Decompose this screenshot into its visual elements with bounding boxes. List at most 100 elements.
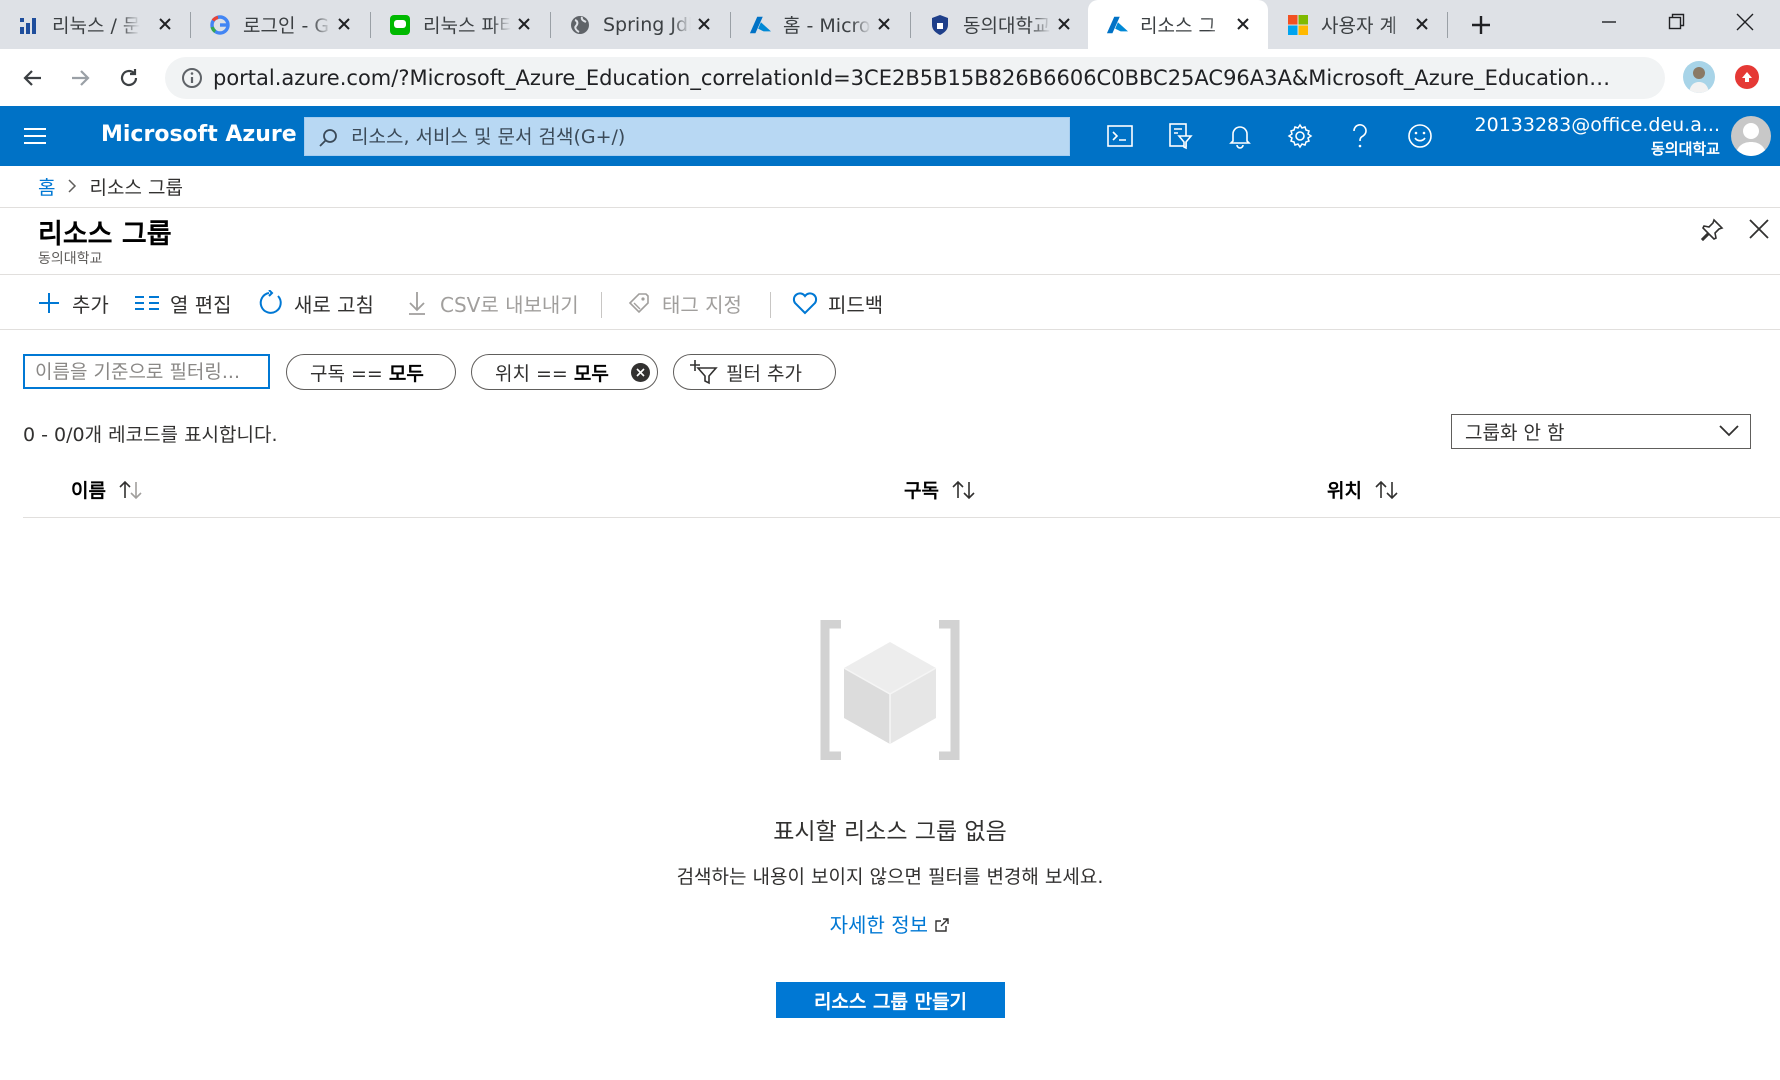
close-icon[interactable] [333,13,355,35]
tab-title: 리소스 그 [1140,15,1216,37]
browser-tab[interactable]: Spring Jdbc [551,0,729,49]
tab-title: 사용자 계 [1321,15,1397,37]
browser-tab-active[interactable]: 리소스 그 [1088,0,1268,49]
profile-icon [1689,67,1709,93]
export-csv-label: CSV로 내보내기 [440,292,579,317]
tab-title: 리눅스 / 문 [52,15,140,37]
close-icon[interactable] [513,13,535,35]
edit-columns-label: 열 편집 [170,292,232,317]
subscription-filter-pill[interactable]: 구독 == 모두 [286,354,456,390]
avatar[interactable] [1731,116,1771,156]
sort-icon[interactable] [951,480,977,500]
close-icon [1736,13,1754,31]
divider [0,207,1780,208]
profile-avatar[interactable] [1683,61,1715,93]
minimize-button[interactable] [1576,0,1642,44]
learn-more-link[interactable]: 자세한 정보 [0,909,1780,938]
command-separator [601,292,602,318]
learn-more-label[interactable]: 자세한 정보 [830,913,928,937]
help-button[interactable] [1344,120,1376,152]
new-tab-button[interactable] [1466,10,1496,40]
sort-icon[interactable] [1374,480,1400,500]
forward-button[interactable] [63,61,97,95]
location-filter-pill[interactable]: 위치 == 모두 [471,354,658,390]
create-resource-group-button[interactable]: 리소스 그룹 만들기 [776,982,1005,1018]
heart-icon [792,290,818,316]
reload-button[interactable] [112,61,146,95]
cloud-shell-button[interactable] [1104,120,1136,152]
add-button[interactable]: 추가 [36,280,109,326]
bar-chart-icon [18,14,40,36]
refresh-button[interactable]: 새로 고침 [258,280,374,326]
hamburger-menu-icon[interactable] [22,124,48,148]
close-icon[interactable] [154,13,176,35]
restore-icon [1668,13,1685,30]
column-header-location[interactable]: 위치 [1327,476,1400,503]
pin-icon[interactable] [1700,218,1724,242]
plus-icon [36,290,62,316]
assign-tags-label: 태그 지정 [662,292,742,317]
close-icon[interactable] [873,13,895,35]
chevron-right-icon [67,176,77,198]
empty-state-description: 검색하는 내용이 보이지 않으면 필터를 변경해 보세요. [676,866,1104,888]
back-button[interactable] [16,61,50,95]
name-filter[interactable] [23,354,270,389]
feedback-command[interactable]: 피드백 [792,280,883,326]
shield-icon [929,14,951,36]
close-icon[interactable] [1748,218,1770,240]
browser-tab[interactable]: 리눅스 / 문 [0,0,190,49]
command-bar: 추가 열 편집 새로 고침 CSV로 내보내기 태그 지정 피드백 [0,280,1780,326]
account-menu[interactable]: 20133283@office.deu.a... 동의대학교 [1475,114,1720,159]
address-bar[interactable]: portal.azure.com/?Microsoft_Azure_Educat… [165,57,1665,99]
url-text[interactable]: portal.azure.com/?Microsoft_Azure_Educat… [213,66,1613,90]
clear-filter-icon[interactable] [631,363,650,382]
location-filter-value: 모두 [573,362,609,385]
browser-tab[interactable]: 리눅스 파티 [371,0,549,49]
refresh-label: 새로 고침 [294,292,374,317]
column-header-subscription[interactable]: 구독 [904,476,977,503]
page-title: 리소스 그룹 [38,219,172,250]
name-filter-input[interactable] [25,356,268,387]
search-icon [319,129,337,147]
edit-columns-button[interactable]: 열 편집 [134,280,232,326]
browser-tab[interactable]: 로그인 - G [191,0,369,49]
sort-ascending-icon[interactable] [118,480,144,500]
azure-top-bar: Microsoft Azure 20133283@office.deu.a...… [0,106,1780,166]
divider [0,329,1780,330]
column-header-name[interactable]: 이름 [71,476,144,503]
directory-filter-button[interactable] [1164,120,1196,152]
account-directory[interactable]: 동의대학교 [1475,138,1720,159]
close-icon[interactable] [1053,13,1075,35]
tab-title: 리눅스 파티 [423,15,511,37]
empty-state-title: 표시할 리소스 그룹 없음 [773,819,1007,845]
divider [0,274,1780,275]
download-icon [404,290,430,316]
settings-button[interactable] [1284,120,1316,152]
notifications-button[interactable] [1224,120,1256,152]
resource-group-icon [820,620,960,760]
browser-tab[interactable]: 동의대학교 [911,0,1089,49]
assign-tags-button[interactable]: 태그 지정 [626,280,742,326]
feedback-button[interactable] [1404,120,1436,152]
record-count: 0 - 0/0개 레코드를 표시합니다. [23,424,278,446]
info-icon[interactable] [181,67,203,89]
close-icon[interactable] [1411,13,1433,35]
brand-title[interactable]: Microsoft Azure [101,122,297,147]
add-filter-pill[interactable]: 필터 추가 [673,354,836,390]
browser-tab[interactable]: 사용자 계 [1269,0,1447,49]
export-csv-button[interactable]: CSV로 내보내기 [404,280,579,326]
global-search[interactable] [304,117,1070,156]
browser-toolbar: portal.azure.com/?Microsoft_Azure_Educat… [0,49,1780,106]
global-search-input[interactable] [349,118,1049,155]
breadcrumb-home-link[interactable]: 홈 [38,173,55,200]
grouping-dropdown[interactable]: 그룹화 안 함 [1451,414,1751,449]
refresh-icon [258,290,284,316]
extension-button[interactable] [1735,65,1759,89]
close-icon[interactable] [693,13,715,35]
browser-tab[interactable]: 홈 - Micro [731,0,909,49]
account-email[interactable]: 20133283@office.deu.a... [1475,114,1720,136]
close-icon[interactable] [1232,13,1254,35]
close-window-button[interactable] [1712,0,1778,44]
restore-button[interactable] [1644,0,1710,44]
tab-title: 로그인 - G [243,15,330,37]
